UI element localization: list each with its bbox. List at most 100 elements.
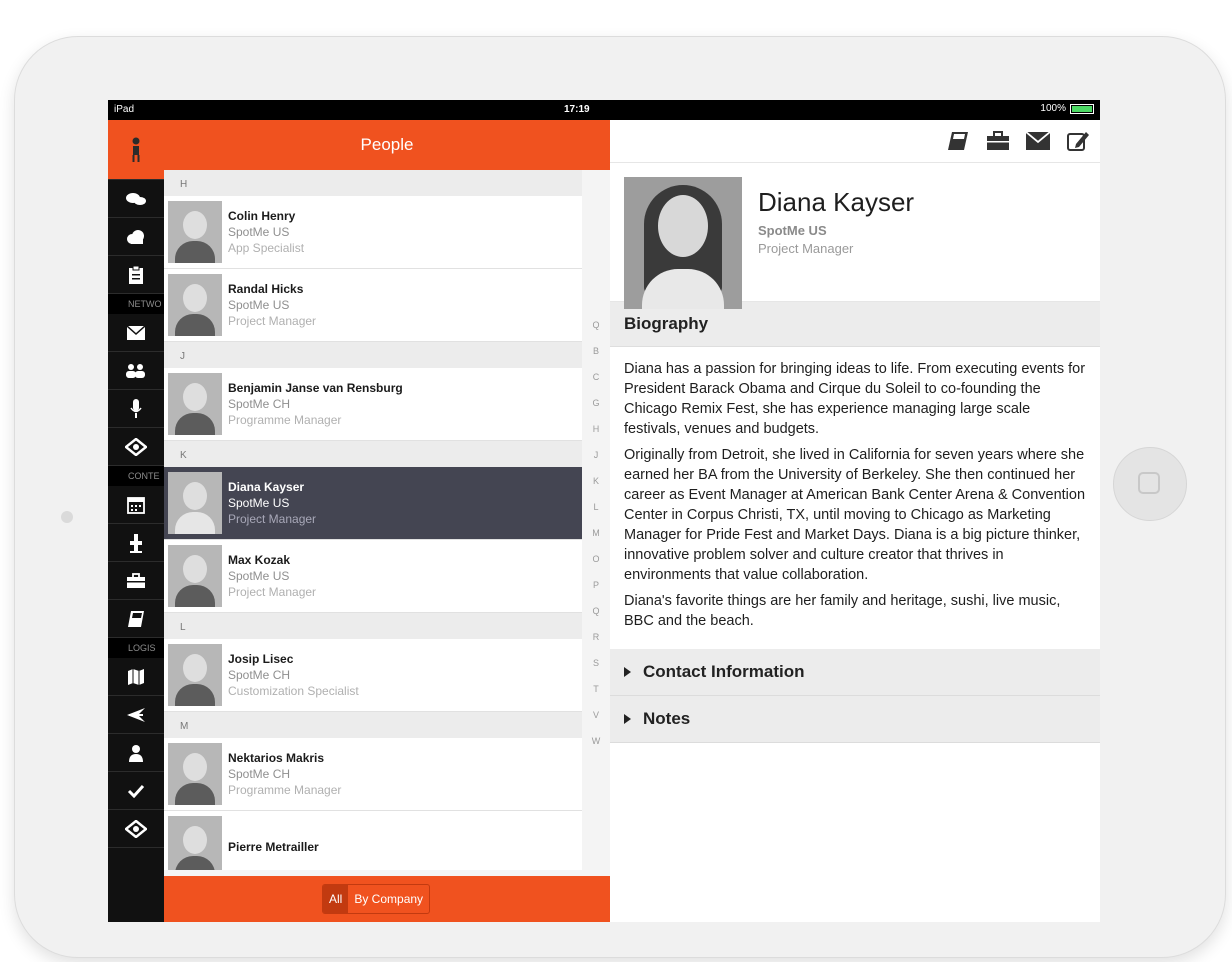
person-company: SpotMe CH	[228, 767, 291, 781]
mic-icon[interactable]	[108, 390, 164, 428]
person-role: Customization Specialist	[228, 684, 359, 698]
group-header-m: M	[164, 712, 582, 738]
person-company: SpotMe US	[228, 496, 290, 510]
list-item[interactable]: Benjamin Janse van Rensburg SpotMe CH Pr…	[164, 368, 582, 441]
alpha-letter[interactable]: W	[588, 736, 604, 762]
sidebar-section-network: NETWO	[108, 294, 164, 314]
list-item[interactable]: Nektarios Makris SpotMe CH Programme Man…	[164, 738, 582, 811]
person-company: SpotMe CH	[228, 668, 291, 682]
biography-paragraph: Originally from Detroit, she lived in Ca…	[624, 447, 1086, 583]
alpha-letter[interactable]: R	[588, 632, 604, 658]
avatar	[168, 201, 222, 263]
list-item[interactable]: Josip Lisec SpotMe CH Customization Spec…	[164, 639, 582, 712]
list-item-selected[interactable]: Diana Kayser SpotMe US Project Manager	[164, 467, 582, 540]
caret-right-icon	[624, 714, 631, 724]
handshake-icon[interactable]	[108, 428, 164, 466]
home-button-square	[1138, 472, 1160, 494]
alpha-letter[interactable]: V	[588, 710, 604, 736]
person-name: Colin Henry	[228, 209, 296, 223]
edit-icon[interactable]	[1066, 130, 1090, 152]
notes-label: Notes	[643, 709, 691, 728]
briefcase-icon[interactable]	[986, 130, 1010, 152]
front-camera	[61, 511, 73, 523]
home-button[interactable]	[1113, 447, 1187, 521]
alpha-letter[interactable]: J	[588, 450, 604, 476]
alpha-letter[interactable]: Q	[588, 606, 604, 632]
group-header-l: L	[164, 613, 582, 639]
filter-all-button[interactable]: All	[323, 885, 349, 913]
person-name: Max Kozak	[228, 553, 291, 567]
person-role: Project Manager	[228, 585, 317, 599]
person-name: Diana Kayser	[228, 480, 305, 494]
list-item[interactable]: Max Kozak SpotMe US Project Manager	[164, 540, 582, 613]
book-icon[interactable]	[108, 600, 164, 638]
caret-right-icon	[624, 667, 631, 677]
alpha-letter[interactable]: O	[588, 554, 604, 580]
contact-information-toggle[interactable]: Contact Information	[610, 649, 1100, 696]
biography-paragraph: Diana's favorite things are her family a…	[624, 593, 1061, 629]
list-item[interactable]: Pierre Metrailler	[164, 811, 582, 870]
screen: iPad 17:19 100% NETWO CONTE LOGIS People…	[108, 100, 1100, 922]
calendar-icon[interactable]	[108, 486, 164, 524]
mail-icon[interactable]	[1026, 130, 1050, 152]
alpha-letter[interactable]: Q	[588, 320, 604, 346]
alpha-letter[interactable]: C	[588, 372, 604, 398]
filter-by-company-button[interactable]: By Company	[348, 885, 429, 913]
biography-text: Diana has a passion for bringing ideas t…	[610, 347, 1100, 649]
person-role: Programme Manager	[228, 783, 342, 797]
person-name: Josip Lisec	[228, 652, 294, 666]
map-icon[interactable]	[108, 658, 164, 696]
briefcase-icon[interactable]	[108, 562, 164, 600]
battery-icon	[1070, 103, 1094, 114]
alpha-letter[interactable]: L	[588, 502, 604, 528]
people-list-pane: People H Colin Henry SpotMe US App Speci…	[164, 120, 610, 922]
alpha-letter[interactable]: K	[588, 476, 604, 502]
list-item[interactable]: Colin Henry SpotMe US App Specialist	[164, 196, 582, 269]
alphabet-index[interactable]: Q B C G H J K L M O P Q R S T V W	[588, 320, 604, 762]
avatar	[168, 274, 222, 336]
notes-toggle[interactable]: Notes	[610, 696, 1100, 743]
check-icon[interactable]	[108, 772, 164, 810]
biography-paragraph: Diana has a passion for bringing ideas t…	[624, 361, 1086, 437]
alpha-letter[interactable]: P	[588, 580, 604, 606]
person-company: SpotMe US	[228, 298, 290, 312]
mail-icon[interactable]	[108, 314, 164, 352]
sidebar-section-content: CONTE	[108, 466, 164, 486]
person-company: SpotMe US	[228, 225, 290, 239]
person-role: Project Manager	[228, 314, 317, 328]
people-list[interactable]: H Colin Henry SpotMe US App Specialist R…	[164, 170, 582, 870]
contact-information-label: Contact Information	[643, 662, 805, 681]
book-icon[interactable]	[946, 130, 970, 152]
person-name: Benjamin Janse van Rensburg	[228, 381, 403, 395]
profile-name: Diana Kayser	[758, 187, 915, 217]
group-header-k: K	[164, 441, 582, 467]
clock: 17:19	[564, 104, 590, 115]
status-bar: iPad 17:19 100%	[108, 100, 1100, 120]
avatar	[168, 816, 222, 870]
clipboard-icon[interactable]	[108, 256, 164, 294]
alpha-letter[interactable]: G	[588, 398, 604, 424]
avatar	[168, 545, 222, 607]
chat-icon[interactable]	[108, 180, 164, 218]
settings-icon[interactable]	[108, 810, 164, 848]
cloud-icon[interactable]	[108, 218, 164, 256]
plane-icon[interactable]	[108, 696, 164, 734]
list-item[interactable]: Randal Hicks SpotMe US Project Manager	[164, 269, 582, 342]
profile-header: Diana Kayser SpotMe US Project Manager	[610, 163, 1100, 309]
detail-pane: Diana Kayser SpotMe US Project Manager B…	[610, 120, 1100, 922]
person-company: SpotMe CH	[228, 397, 291, 411]
avatar	[168, 472, 222, 534]
person-role: App Specialist	[228, 241, 305, 255]
alpha-letter[interactable]: T	[588, 684, 604, 710]
person-icon[interactable]	[108, 120, 164, 180]
alpha-letter[interactable]: B	[588, 346, 604, 372]
podium-icon[interactable]	[108, 524, 164, 562]
user-icon[interactable]	[108, 734, 164, 772]
group-icon[interactable]	[108, 352, 164, 390]
profile-photo	[624, 177, 742, 309]
avatar	[168, 743, 222, 805]
person-name: Randal Hicks	[228, 282, 304, 296]
alpha-letter[interactable]: S	[588, 658, 604, 684]
alpha-letter[interactable]: M	[588, 528, 604, 554]
alpha-letter[interactable]: H	[588, 424, 604, 450]
